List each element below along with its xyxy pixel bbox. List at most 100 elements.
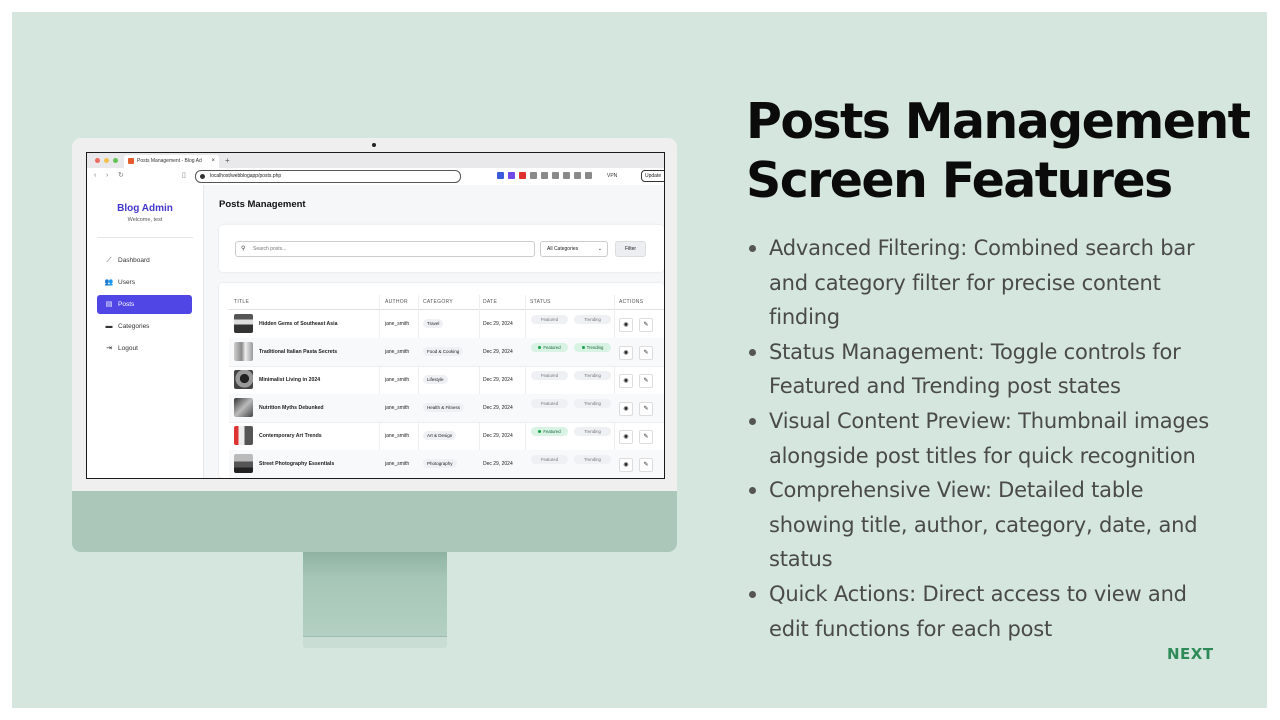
post-date: Dec 29, 2024 [483, 349, 513, 355]
edit-icon[interactable]: ✎ [639, 402, 653, 416]
minimize-window-dot[interactable] [104, 158, 109, 163]
trending-label: Trending [586, 345, 604, 350]
featured-label: Featured [543, 345, 561, 350]
column-header: CATEGORY [423, 299, 453, 305]
featured-toggle[interactable]: Featured [531, 455, 568, 464]
forward-icon[interactable]: › [106, 171, 108, 181]
search-input[interactable]: ⚲ Search posts... [235, 241, 535, 257]
camera-dot [372, 143, 376, 147]
featured-toggle[interactable]: Featured [531, 399, 568, 408]
bookmark-icon[interactable]: ▯ [182, 171, 186, 181]
trending-toggle[interactable]: Trending [574, 371, 611, 380]
feature-item: Status Management: Toggle controls for F… [748, 335, 1218, 404]
post-title: Nutrition Myths Debunked [259, 405, 324, 411]
sidebar-item-posts[interactable]: ▤ Posts [97, 295, 192, 314]
view-icon[interactable]: ◉ [619, 346, 633, 360]
reload-icon[interactable]: ↻ [118, 171, 124, 181]
post-thumbnail [234, 342, 253, 361]
post-date: Dec 29, 2024 [483, 405, 513, 411]
maximize-window-dot[interactable] [113, 158, 118, 163]
post-date: Dec 29, 2024 [483, 377, 513, 383]
new-tab-button[interactable]: + [225, 153, 230, 168]
post-author: jane_smith [385, 349, 410, 355]
screen-display: Posts Management - Blog Ad × + ‹ › ↻ ▯ l… [86, 152, 665, 479]
sidebar-item-label: Categories [118, 323, 150, 330]
featured-toggle[interactable]: Featured [531, 315, 568, 324]
sidebar-item-label: Users [118, 279, 135, 286]
sidebar-item-logout[interactable]: ⇥ Logout [97, 339, 192, 358]
view-icon[interactable]: ◉ [619, 458, 633, 472]
filter-button[interactable]: Filter [615, 241, 646, 257]
close-window-dot[interactable] [95, 158, 100, 163]
trending-toggle[interactable]: Trending [574, 315, 611, 324]
view-icon[interactable]: ◉ [619, 374, 633, 388]
column-header: STATUS [530, 299, 551, 305]
post-date: Dec 29, 2024 [483, 461, 513, 467]
download-icon[interactable] [552, 172, 559, 179]
edit-icon[interactable]: ✎ [639, 458, 653, 472]
extension-icon[interactable] [585, 172, 592, 179]
table-row: Contemporary Art Trends jane_smith Art &… [229, 422, 664, 451]
sidebar-item-users[interactable]: 👥 Users [97, 273, 192, 292]
close-tab-icon[interactable]: × [211, 155, 215, 168]
post-thumbnail [234, 454, 253, 473]
back-icon[interactable]: ‹ [94, 171, 96, 181]
monitor-foot [303, 636, 447, 648]
table-row: Hidden Gems of Southeast Asia jane_smith… [229, 310, 664, 339]
post-thumbnail [234, 426, 253, 445]
trending-toggle[interactable]: Trending [574, 427, 611, 436]
brand-title: Blog Admin [117, 203, 173, 214]
address-bar[interactable]: localhost/webblogapp/posts.php [195, 170, 461, 183]
extension-icon[interactable] [508, 172, 515, 179]
browser-tab-bar: Posts Management - Blog Ad × + [87, 153, 664, 168]
edit-icon[interactable]: ✎ [639, 374, 653, 388]
trending-toggle[interactable]: Trending [574, 343, 611, 352]
trending-toggle[interactable]: Trending [574, 455, 611, 464]
table-row: Street Photography Essentials jane_smith… [229, 450, 664, 478]
column-header: DATE [483, 299, 498, 305]
status-dot [538, 346, 542, 350]
sidebar-toggle-icon[interactable] [563, 172, 570, 179]
featured-label: Featured [543, 429, 561, 434]
extension-icon[interactable] [497, 172, 504, 179]
featured-toggle[interactable]: Featured [531, 343, 568, 352]
vpn-button[interactable]: VPN [607, 171, 617, 181]
view-icon[interactable]: ◉ [619, 430, 633, 444]
sidebar-item-label: Logout [118, 345, 138, 352]
edit-icon[interactable]: ✎ [639, 318, 653, 332]
extension-icon[interactable] [541, 172, 548, 179]
sidebar-divider [97, 237, 193, 238]
sidebar-item-label: Dashboard [118, 257, 150, 264]
post-title: Street Photography Essentials [259, 461, 335, 467]
site-info-icon[interactable] [200, 174, 205, 179]
featured-toggle[interactable]: Featured [531, 427, 568, 436]
table-header: TITLE AUTHOR CATEGORY DATE STATUS ACTION… [229, 295, 664, 310]
post-thumbnail [234, 314, 253, 333]
logout-icon: ⇥ [106, 345, 112, 352]
tab-title: Posts Management - Blog Ad [137, 158, 202, 164]
next-button[interactable]: NEXT [1167, 645, 1214, 663]
view-icon[interactable]: ◉ [619, 318, 633, 332]
page-title: Posts Management [219, 199, 306, 210]
extension-icon[interactable] [519, 172, 526, 179]
view-icon[interactable]: ◉ [619, 402, 633, 416]
category-select-value: All Categories [547, 246, 579, 252]
feature-item: Visual Content Preview: Thumbnail images… [748, 404, 1218, 473]
chart-line-icon: ⟋ [106, 257, 112, 264]
users-icon: 👥 [104, 279, 114, 286]
search-icon: ⚲ [241, 246, 246, 252]
edit-icon[interactable]: ✎ [639, 430, 653, 444]
post-title: Contemporary Art Trends [259, 433, 322, 439]
sidebar-item-label: Posts [118, 301, 135, 308]
category-select[interactable]: All Categories ⌄ [540, 241, 608, 257]
update-button[interactable]: Update [641, 170, 664, 182]
edit-icon[interactable]: ✎ [639, 346, 653, 360]
featured-toggle[interactable]: Featured [531, 371, 568, 380]
sidebar-item-dashboard[interactable]: ⟋ Dashboard [97, 251, 192, 270]
category-badge: Art & Design [423, 431, 457, 440]
trending-toggle[interactable]: Trending [574, 399, 611, 408]
browser-tab[interactable]: Posts Management - Blog Ad × [124, 155, 219, 168]
extension-icon[interactable] [530, 172, 537, 179]
sidebar-item-categories[interactable]: ▬ Categories [97, 317, 192, 336]
extension-icon[interactable] [574, 172, 581, 179]
